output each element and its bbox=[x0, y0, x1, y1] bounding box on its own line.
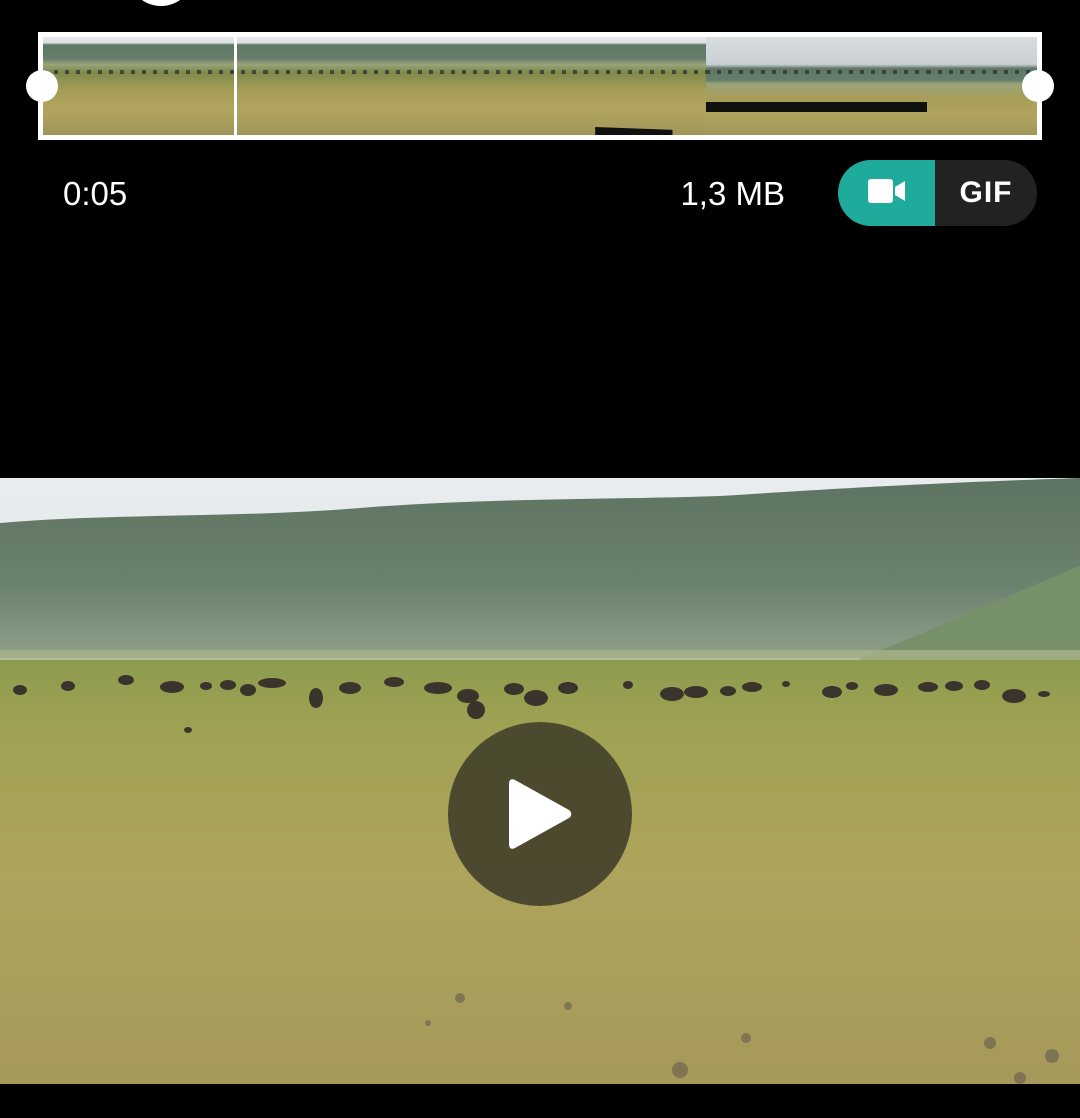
timeline-frame bbox=[484, 37, 596, 135]
timeline-frame bbox=[595, 37, 706, 135]
timeline-frame bbox=[43, 37, 154, 135]
timeline-frame bbox=[374, 37, 485, 135]
video-mode-button[interactable] bbox=[838, 160, 935, 226]
trim-end-handle[interactable] bbox=[1022, 70, 1054, 102]
timeline-frame bbox=[705, 37, 817, 135]
play-icon bbox=[507, 776, 573, 852]
trim-start-handle[interactable] bbox=[26, 70, 58, 102]
play-button[interactable] bbox=[448, 722, 632, 906]
output-mode-toggle: GIF bbox=[838, 160, 1037, 226]
video-camera-icon bbox=[867, 178, 906, 208]
timeline-frame bbox=[263, 37, 375, 135]
timeline-frame bbox=[816, 37, 927, 135]
timeline-frame bbox=[153, 37, 264, 135]
timeline-frame bbox=[926, 37, 1037, 135]
top-circle-edge bbox=[128, 0, 194, 6]
trim-timeline[interactable] bbox=[38, 32, 1042, 140]
video-trim-screen: 0:05 1,3 MB GIF bbox=[0, 0, 1080, 1118]
gif-mode-button[interactable]: GIF bbox=[935, 160, 1037, 226]
video-preview[interactable] bbox=[0, 478, 1080, 1084]
clip-duration: 0:05 bbox=[63, 175, 128, 212]
timeline-frames bbox=[43, 37, 1037, 135]
file-size: 1,3 MB bbox=[680, 175, 785, 212]
playhead[interactable] bbox=[234, 37, 237, 135]
